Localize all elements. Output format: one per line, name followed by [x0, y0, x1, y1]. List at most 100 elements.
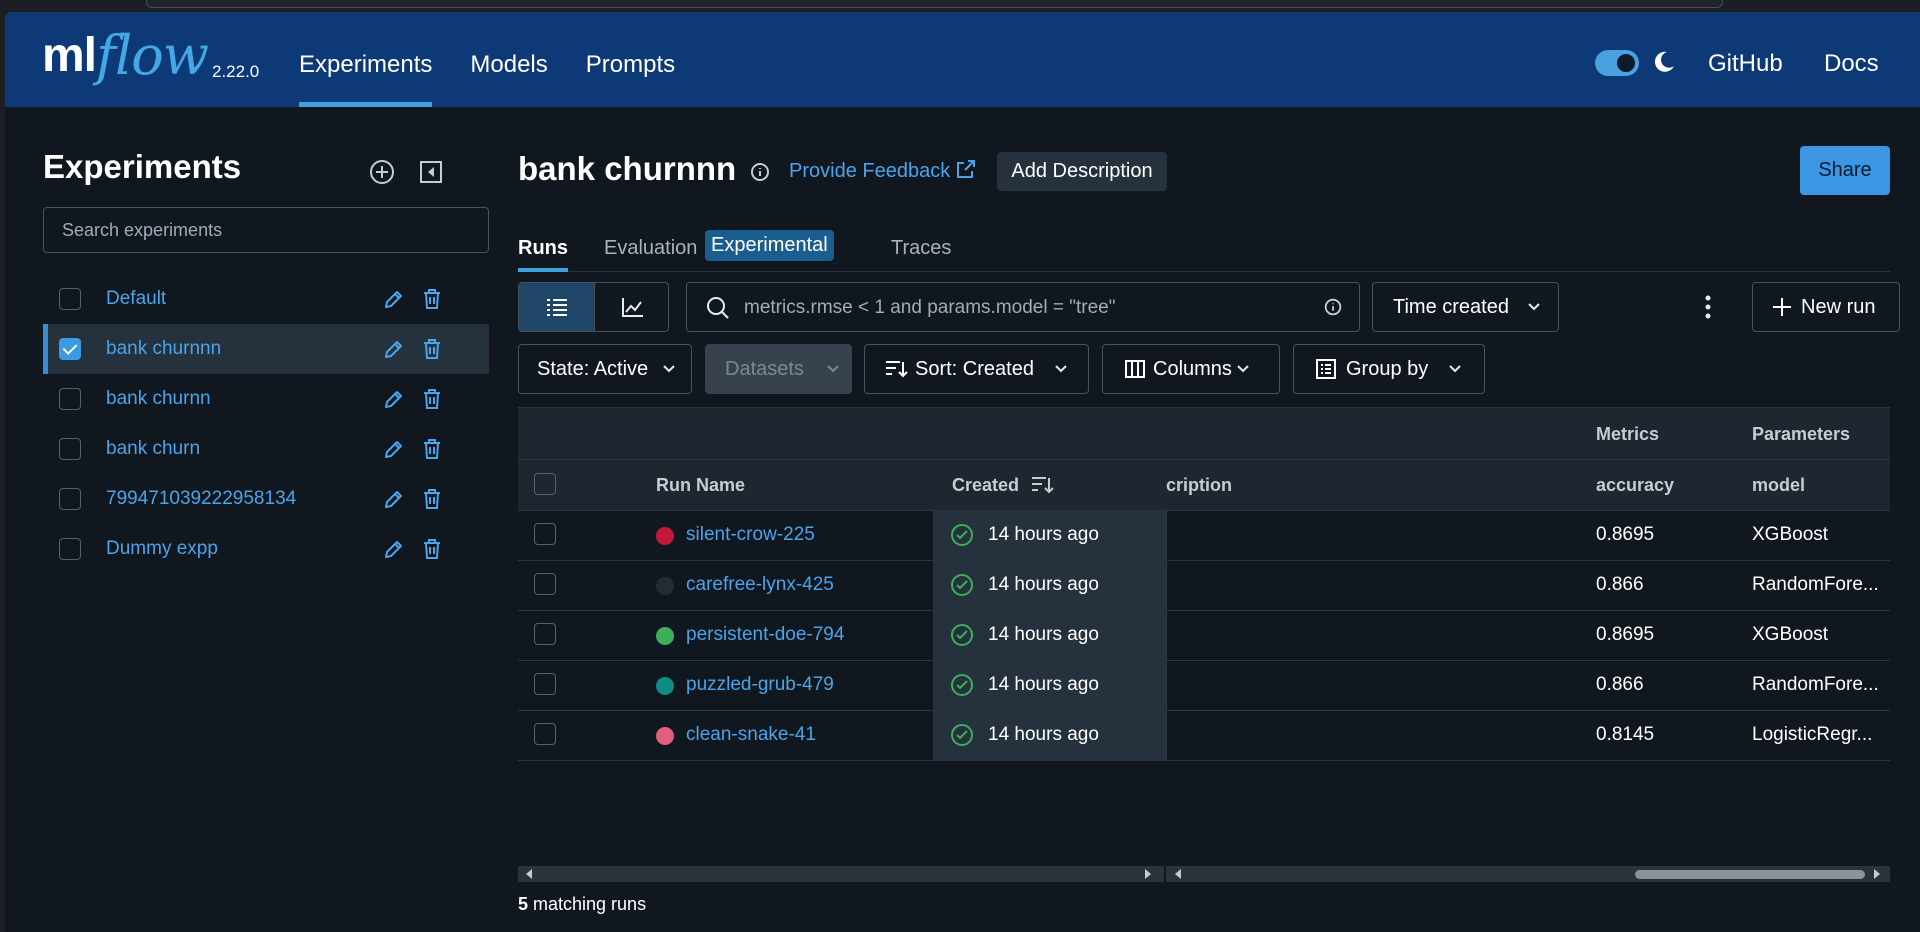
- experiment-item[interactable]: bank churnn: [43, 374, 489, 424]
- state-filter-dropdown[interactable]: State: Active: [518, 344, 692, 394]
- sort-dropdown[interactable]: Sort: Created: [864, 344, 1089, 394]
- trash-icon[interactable]: [420, 487, 444, 511]
- scroll-left-icon[interactable]: [523, 868, 535, 880]
- experiment-item[interactable]: bank churn: [43, 424, 489, 474]
- trash-icon[interactable]: [420, 287, 444, 311]
- matching-runs-text: matching runs: [528, 894, 647, 914]
- created-time: 14 hours ago: [988, 624, 1099, 645]
- group-list-icon: [1316, 359, 1336, 379]
- table-row[interactable]: puzzled-grub-479 14 hours ago 0.866 Rand…: [518, 660, 1890, 711]
- columns-dropdown[interactable]: Columns: [1102, 344, 1280, 394]
- model-value: LogisticRegr...: [1752, 724, 1873, 745]
- table-row[interactable]: persistent-doe-794 14 hours ago 0.8695 X…: [518, 610, 1890, 661]
- tab-traces[interactable]: Traces: [891, 231, 951, 265]
- select-all-checkbox[interactable]: [534, 473, 556, 495]
- scrollbar-thumb[interactable]: [1635, 870, 1865, 879]
- trash-icon[interactable]: [420, 337, 444, 361]
- search-experiments-input[interactable]: [43, 207, 489, 253]
- chart-view-button[interactable]: [595, 283, 670, 331]
- row-checkbox[interactable]: [534, 523, 556, 545]
- nav-prompts[interactable]: Prompts: [586, 12, 675, 107]
- experiment-name[interactable]: bank churnnn: [106, 324, 221, 374]
- plus-icon: [1773, 298, 1791, 316]
- github-link[interactable]: GitHub: [1708, 50, 1783, 78]
- run-name-link[interactable]: puzzled-grub-479: [686, 660, 834, 710]
- nav-experiments[interactable]: Experiments: [299, 12, 433, 107]
- experiment-item[interactable]: 799471039222958134: [43, 474, 489, 524]
- pencil-icon[interactable]: [382, 387, 406, 411]
- share-button[interactable]: Share: [1800, 146, 1890, 195]
- experiment-name[interactable]: Default: [106, 274, 166, 324]
- row-checkbox[interactable]: [534, 723, 556, 745]
- experiment-checkbox[interactable]: [59, 488, 81, 510]
- description-header[interactable]: cription: [1166, 475, 1232, 496]
- tab-runs[interactable]: Runs: [518, 231, 568, 272]
- run-name-header[interactable]: Run Name: [656, 475, 745, 496]
- tab-evaluation[interactable]: Evaluation: [604, 231, 697, 265]
- table-row[interactable]: silent-crow-225 14 hours ago 0.8695 XGBo…: [518, 510, 1890, 561]
- pencil-icon[interactable]: [382, 337, 406, 361]
- run-name-link[interactable]: silent-crow-225: [686, 510, 815, 560]
- trash-icon[interactable]: [420, 437, 444, 461]
- datasets-label: Datasets: [725, 357, 804, 380]
- experiment-checkbox[interactable]: [59, 438, 81, 460]
- run-search-input[interactable]: [742, 283, 1306, 333]
- experiment-checkbox[interactable]: [59, 538, 81, 560]
- mlflow-logo[interactable]: ml flow: [42, 24, 209, 87]
- model-header[interactable]: model: [1752, 475, 1805, 496]
- experiment-checkbox[interactable]: [59, 288, 81, 310]
- created-time: 14 hours ago: [988, 574, 1099, 595]
- pencil-icon[interactable]: [382, 287, 406, 311]
- group-by-dropdown[interactable]: Group by: [1293, 344, 1485, 394]
- run-name-link[interactable]: carefree-lynx-425: [686, 560, 834, 610]
- table-view-button[interactable]: [519, 283, 595, 331]
- time-created-dropdown[interactable]: Time created: [1372, 282, 1559, 332]
- datasets-dropdown[interactable]: Datasets: [705, 344, 852, 394]
- nav-models[interactable]: Models: [470, 12, 547, 107]
- more-options-icon[interactable]: [1696, 292, 1720, 322]
- run-name-link[interactable]: persistent-doe-794: [686, 610, 844, 660]
- search-icon: [707, 297, 729, 319]
- experiment-checkbox[interactable]: [59, 388, 81, 410]
- table-row[interactable]: clean-snake-41 14 hours ago 0.8145 Logis…: [518, 710, 1890, 761]
- chart-line-icon: [621, 298, 643, 317]
- experiment-name[interactable]: Dummy expp: [106, 524, 218, 574]
- pencil-icon[interactable]: [382, 437, 406, 461]
- external-link-icon[interactable]: [954, 157, 978, 181]
- sort-icon[interactable]: [1029, 473, 1055, 497]
- pencil-icon[interactable]: [382, 537, 406, 561]
- logo-flow-text: flow: [96, 24, 209, 87]
- scroll-left-icon[interactable]: [1172, 868, 1184, 880]
- row-checkbox[interactable]: [534, 573, 556, 595]
- provide-feedback-link[interactable]: Provide Feedback: [789, 160, 950, 183]
- trash-icon[interactable]: [420, 387, 444, 411]
- columns-icon: [1125, 360, 1145, 378]
- add-description-button[interactable]: Add Description: [997, 152, 1167, 191]
- trash-icon[interactable]: [420, 537, 444, 561]
- dark-mode-toggle[interactable]: [1595, 50, 1639, 76]
- experiment-item[interactable]: Default: [43, 274, 489, 324]
- experiment-name[interactable]: bank churnn: [106, 374, 211, 424]
- scroll-right-icon[interactable]: [1142, 868, 1154, 880]
- experiment-item[interactable]: Dummy expp: [43, 524, 489, 574]
- accuracy-header[interactable]: accuracy: [1596, 475, 1674, 496]
- created-header[interactable]: Created: [952, 475, 1019, 496]
- scroll-right-icon[interactable]: [1871, 868, 1883, 880]
- experiment-name[interactable]: 799471039222958134: [106, 474, 296, 524]
- info-icon[interactable]: [748, 160, 772, 184]
- pencil-icon[interactable]: [382, 487, 406, 511]
- experiment-item-selected[interactable]: bank churnnn: [43, 324, 489, 374]
- new-run-button[interactable]: New run: [1752, 282, 1900, 332]
- row-checkbox[interactable]: [534, 673, 556, 695]
- row-checkbox[interactable]: [534, 623, 556, 645]
- table-row[interactable]: carefree-lynx-425 14 hours ago 0.866 Ran…: [518, 560, 1890, 611]
- left-horizontal-scrollbar[interactable]: [518, 866, 1164, 882]
- experiment-checkbox[interactable]: [59, 338, 81, 360]
- info-icon[interactable]: [1322, 296, 1344, 318]
- collapse-sidebar-icon[interactable]: [416, 157, 446, 187]
- add-experiment-icon[interactable]: [367, 157, 397, 187]
- run-name-link[interactable]: clean-snake-41: [686, 710, 816, 760]
- docs-link[interactable]: Docs: [1824, 50, 1879, 78]
- experiment-name[interactable]: bank churn: [106, 424, 200, 474]
- new-run-label: New run: [1801, 295, 1876, 318]
